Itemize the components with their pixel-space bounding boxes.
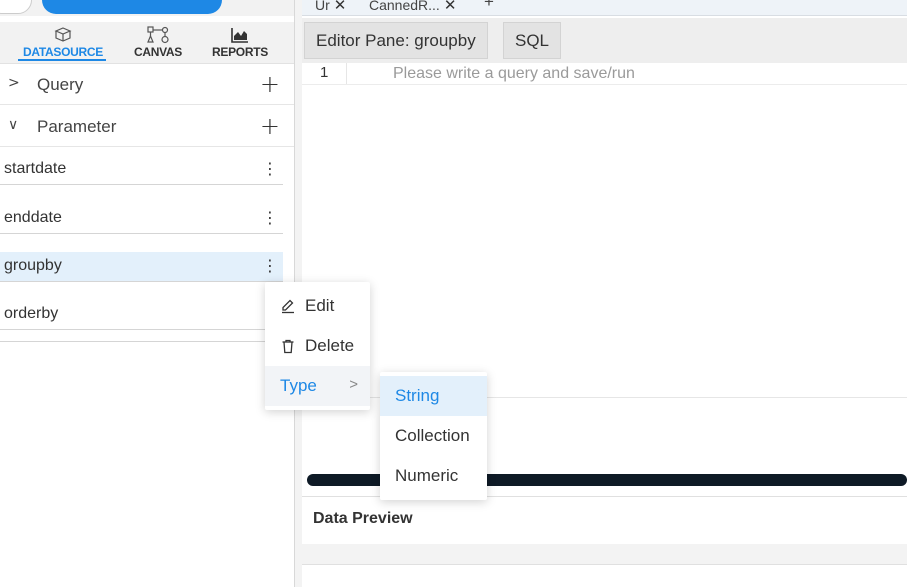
add-tab-button[interactable]: + [484, 0, 494, 12]
nav-active-indicator [18, 59, 106, 61]
parameter-name: groupby [4, 257, 62, 274]
nav-datasource[interactable]: DATASOURCE [18, 26, 108, 59]
add-parameter-icon[interactable]: + [260, 112, 280, 140]
line-number: 1 [320, 64, 329, 81]
submenu-item-label: String [395, 386, 440, 405]
data-preview-title: Data Preview [313, 510, 413, 527]
editor-toolbar: Editor Pane: groupby SQL [302, 18, 907, 63]
line-number-gutter: 1 [302, 63, 347, 84]
datasource-nav: DATASOURCE CANVAS REPORTS [0, 22, 294, 64]
left-divider [0, 341, 294, 342]
parameter-context-menu: Edit Delete Type > [265, 282, 370, 410]
chevron-right-icon: > [349, 376, 358, 393]
add-query-icon[interactable]: + [260, 70, 280, 98]
submenu-item-label: Collection [395, 426, 470, 445]
database-icon [54, 27, 72, 42]
submenu-item-numeric[interactable]: Numeric [380, 456, 487, 496]
parameter-name: startdate [4, 160, 67, 177]
menu-item-edit[interactable]: Edit [265, 286, 370, 326]
line-separator [302, 84, 907, 85]
data-preview-header [302, 544, 907, 564]
left-panel: DATASOURCE CANVAS REPORTS > Query + ∨ Pa… [0, 0, 294, 587]
parameter-item-groupby[interactable]: groupby ⋮ [0, 252, 283, 282]
nav-reports[interactable]: REPORTS [208, 26, 272, 59]
tab-label: CannedR... [369, 0, 440, 13]
canvas-icon [147, 26, 169, 44]
menu-item-delete[interactable]: Delete [265, 326, 370, 366]
nav-label-reports: REPORTS [212, 45, 268, 59]
tab-ur[interactable]: Ur ✕ [315, 0, 346, 14]
nav-canvas[interactable]: CANVAS [128, 26, 188, 59]
tab-cannedr[interactable]: CannedR... ✕ [369, 0, 456, 14]
sql-button[interactable]: SQL [503, 22, 562, 59]
chevron-right-icon: > [8, 75, 20, 91]
more-vertical-icon[interactable]: ⋮ [262, 208, 278, 227]
parameter-item-enddate[interactable]: enddate ⋮ [0, 204, 283, 234]
query-section-title: Query [37, 75, 84, 94]
reports-icon [231, 28, 248, 43]
editor-placeholder: Please write a query and save/run [393, 65, 635, 82]
menu-item-label: Type [280, 376, 317, 395]
editor-tab-bar: Ur ✕ CannedR... ✕ + [302, 0, 907, 16]
more-vertical-icon[interactable]: ⋮ [262, 256, 278, 275]
more-vertical-icon[interactable]: ⋮ [262, 159, 278, 178]
menu-item-type[interactable]: Type > [265, 366, 370, 406]
query-editor[interactable]: 1 Please write a query and save/run [302, 63, 907, 397]
parameter-item-orderby[interactable]: orderby [0, 300, 283, 330]
pencil-icon [282, 299, 294, 314]
close-icon[interactable]: ✕ [334, 0, 347, 14]
top-action-button[interactable] [42, 0, 222, 14]
data-preview-border [302, 564, 907, 565]
editor-pane-button[interactable]: Editor Pane: groupby [304, 22, 488, 59]
nav-label-canvas: CANVAS [134, 45, 182, 59]
close-icon[interactable]: ✕ [444, 0, 457, 14]
submenu-item-string[interactable]: String [380, 376, 487, 416]
submenu-item-label: Numeric [395, 466, 459, 485]
type-submenu: String Collection Numeric [380, 372, 487, 500]
parameter-name: enddate [4, 209, 62, 226]
menu-item-label: Delete [305, 336, 355, 355]
nav-label-datasource: DATASOURCE [23, 45, 103, 59]
trash-icon [282, 339, 294, 354]
parameter-section-header[interactable]: ∨ Parameter + [0, 106, 294, 147]
submenu-item-collection[interactable]: Collection [380, 416, 487, 456]
menu-item-label: Edit [305, 296, 335, 315]
parameter-name: orderby [4, 305, 59, 322]
tab-label: Ur [315, 0, 330, 13]
parameter-item-startdate[interactable]: startdate ⋮ [0, 155, 283, 185]
chevron-down-icon: ∨ [8, 117, 19, 133]
parameter-section-title: Parameter [37, 117, 117, 136]
app-root: DATASOURCE CANVAS REPORTS > Query + ∨ Pa… [0, 0, 907, 587]
query-section-header[interactable]: > Query + [0, 64, 294, 105]
